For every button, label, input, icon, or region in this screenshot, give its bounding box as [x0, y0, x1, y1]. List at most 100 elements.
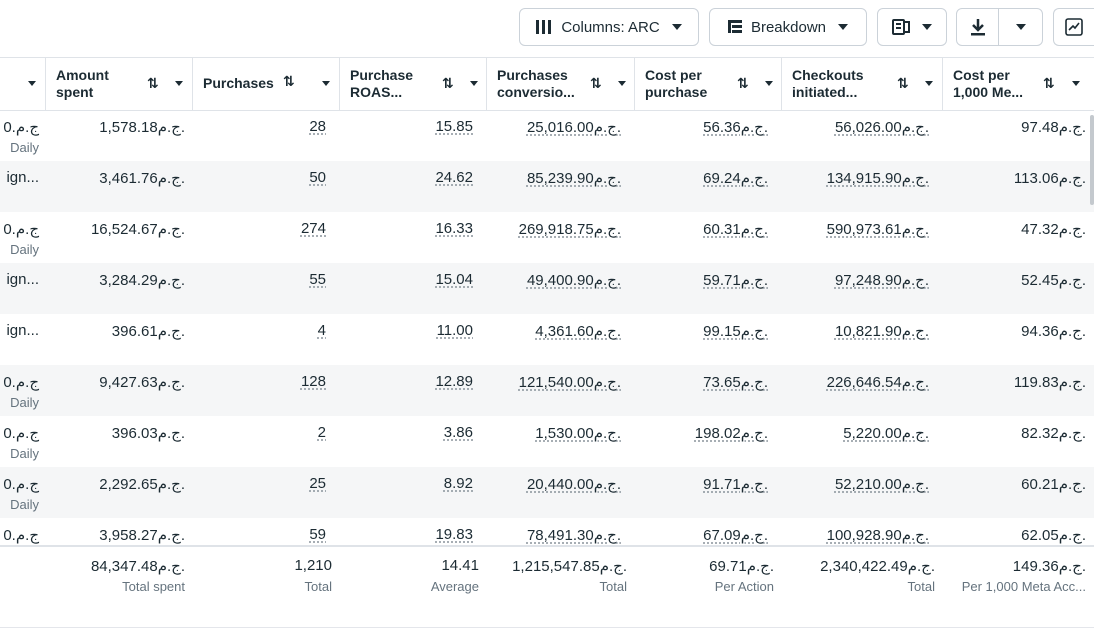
metric-link[interactable]: 2 — [318, 424, 326, 441]
metric-link[interactable]: 15.04 — [435, 271, 473, 288]
sort-icon[interactable]: ⇅ — [590, 75, 602, 92]
download-button[interactable] — [957, 9, 1000, 45]
column-header-cost-per-1000[interactable]: Cost per 1,000 Me... ⇅ — [943, 58, 1094, 110]
chevron-down-icon[interactable] — [925, 81, 933, 86]
metric-link[interactable]: 590,973.61ج.م. — [827, 220, 929, 238]
column-header-checkouts-initiated[interactable]: Checkouts initiated... ⇅ — [782, 58, 943, 110]
metric-link[interactable]: 56.36ج.م. — [703, 118, 768, 136]
column-header-amount-spent[interactable]: Amount spent ⇅ — [46, 58, 193, 110]
metric-link[interactable]: 78,491.30ج.م. — [527, 526, 621, 544]
metric-link[interactable]: 55 — [309, 271, 326, 288]
table-row[interactable]: 0.ج.م Daily 9,427.63ج.م. 128 12.89 121,540.00… — [0, 365, 1094, 416]
metric-link[interactable]: 99.15ج.م. — [703, 322, 768, 340]
chevron-down-icon[interactable] — [765, 81, 773, 86]
reports-button[interactable] — [877, 8, 947, 46]
total-cost-per-1000: 149.36ج.م. Per 1,000 Meta Acc... — [943, 547, 1094, 598]
chevron-down-icon[interactable] — [1072, 81, 1080, 86]
metric-link[interactable]: 67.09ج.م. — [703, 526, 768, 544]
sort-icon[interactable]: ⇅ — [737, 75, 749, 92]
metric-link[interactable]: 50 — [309, 169, 326, 186]
export-options-button[interactable] — [999, 9, 1042, 45]
cell-roas: 19.83 — [340, 518, 487, 545]
metric-link[interactable]: 56,026.00ج.م. — [835, 118, 929, 136]
metric-link[interactable]: 274 — [301, 220, 326, 237]
metric-link[interactable]: 134,915.90ج.م. — [827, 169, 929, 187]
metric-link[interactable]: 97,248.90ج.م. — [835, 271, 929, 289]
budget-cell: 0.ج.م Daily — [0, 110, 45, 161]
header-label: initiated... — [792, 84, 858, 100]
column-header-cost-per-purchase[interactable]: Cost per purchase ⇅ — [635, 58, 782, 110]
sort-icon[interactable]: ⇅ — [283, 73, 295, 90]
columns-button[interactable]: Columns: ARC — [519, 8, 699, 46]
header-label: 1,000 Me... — [953, 84, 1024, 100]
table-row[interactable]: ign... 3,461.76ج.م. 50 24.62 85,239.90ج.م. 69… — [0, 161, 1094, 212]
metric-link[interactable]: 25 — [309, 475, 326, 492]
cell-conv: 269,918.75ج.م. — [487, 212, 635, 263]
chevron-down-icon[interactable] — [470, 81, 478, 86]
metric-link[interactable]: 19.83 — [435, 526, 473, 543]
column-header-purchase-roas[interactable]: Purchase ROAS... ⇅ — [340, 58, 487, 110]
metric-link[interactable]: 49,400.90ج.م. — [527, 271, 621, 289]
cell-cpp: 59.71ج.م. — [635, 263, 782, 314]
table-row[interactable]: 0.ج.م Daily 1,578.18ج.م. 28 15.85 25,016.00ج.… — [0, 110, 1094, 161]
header-label: Amount — [56, 67, 109, 83]
metric-link[interactable]: 12.89 — [435, 373, 473, 390]
totals-row: 84,347.48ج.م. Total spent 1,210 Total 14… — [0, 545, 1094, 599]
metric-link[interactable]: 5,220.00ج.م. — [843, 424, 929, 442]
cell-roas: 24.62 — [340, 161, 487, 212]
metric-link[interactable]: 10,821.90ج.م. — [835, 322, 929, 340]
metric-link[interactable]: 121,540.00ج.م. — [519, 373, 621, 391]
metric-link[interactable]: 16.33 — [435, 220, 473, 237]
table-row[interactable]: 0.ج.م 3,958.27ج.م. 59 19.83 78,491.30ج.م. 67.… — [0, 518, 1094, 545]
metric-link[interactable]: 4,361.60ج.م. — [535, 322, 621, 340]
metric-link[interactable]: 1,530.00ج.م. — [535, 424, 621, 442]
sort-icon[interactable]: ⇅ — [897, 75, 909, 92]
metric-link[interactable]: 59.71ج.م. — [703, 271, 768, 289]
sort-icon[interactable]: ⇅ — [1043, 75, 1055, 92]
table-row[interactable]: 0.ج.م Daily 2,292.65ج.م. 25 8.92 20,440.00ج.م… — [0, 467, 1094, 518]
column-header-purchases-conversion[interactable]: Purchases conversio... ⇅ — [487, 58, 635, 110]
breakdown-button[interactable]: Breakdown — [709, 8, 867, 46]
cell-spent: 9,427.63ج.م. — [46, 365, 193, 416]
table-row[interactable]: 0.ج.م Daily 396.03ج.م. 2 3.86 1,530.00ج.م. 198… — [0, 416, 1094, 467]
vertical-scrollbar[interactable] — [1090, 115, 1094, 205]
metric-link[interactable]: 73.65ج.م. — [703, 373, 768, 391]
chevron-down-icon[interactable] — [322, 81, 330, 86]
sort-icon[interactable]: ⇅ — [147, 75, 159, 92]
sort-icon[interactable]: ⇅ — [442, 75, 454, 92]
metric-link[interactable]: 52,210.00ج.م. — [835, 475, 929, 493]
metric-link[interactable]: 25,016.00ج.م. — [527, 118, 621, 136]
metric-link[interactable]: 24.62 — [435, 169, 473, 186]
cell-purchases: 59 — [193, 518, 340, 545]
metric-link[interactable]: 69.24ج.م. — [703, 169, 768, 187]
column-header-purchases[interactable]: Purchases ⇅ — [193, 58, 340, 110]
table-row[interactable]: ign... 396.61ج.م. 4 11.00 4,361.60ج.م. 99.15ج… — [0, 314, 1094, 365]
charts-button[interactable] — [1053, 8, 1094, 46]
header-label: Checkouts — [792, 67, 864, 83]
metric-link[interactable]: 269,918.75ج.م. — [519, 220, 621, 238]
metric-link[interactable]: 8.92 — [444, 475, 473, 492]
column-header-budget[interactable] — [0, 58, 46, 110]
metric-link[interactable]: 198.02ج.م. — [695, 424, 768, 442]
metric-link[interactable]: 59 — [309, 526, 326, 543]
metric-link[interactable]: 28 — [309, 118, 326, 135]
cell-checkouts: 134,915.90ج.م. — [782, 161, 943, 212]
chevron-down-icon[interactable] — [618, 81, 626, 86]
chevron-down-icon[interactable] — [175, 81, 183, 86]
metric-link[interactable]: 3.86 — [444, 424, 473, 441]
metric-link[interactable]: 60.31ج.م. — [703, 220, 768, 238]
metric-link[interactable]: 85,239.90ج.م. — [527, 169, 621, 187]
metric-link[interactable]: 4 — [318, 322, 326, 339]
metric-link[interactable]: 91.71ج.م. — [703, 475, 768, 493]
metric-link[interactable]: 100,928.90ج.م. — [827, 526, 929, 544]
table-row[interactable]: ign... 3,284.29ج.م. 55 15.04 49,400.90ج.م. 59… — [0, 263, 1094, 314]
metric-link[interactable]: 128 — [301, 373, 326, 390]
metric-link[interactable]: 20,440.00ج.م. — [527, 475, 621, 493]
metric-value: 16,524.67ج.م. — [90, 221, 185, 238]
metric-link[interactable]: 15.85 — [435, 118, 473, 135]
budget-cell: 0.ج.م — [0, 518, 45, 545]
table-row[interactable]: 0.ج.م Daily 16,524.67ج.م. 274 16.33 269,918.7… — [0, 212, 1094, 263]
metric-link[interactable]: 11.00 — [437, 322, 473, 339]
chevron-down-icon[interactable] — [28, 81, 36, 86]
metric-link[interactable]: 226,646.54ج.م. — [827, 373, 929, 391]
